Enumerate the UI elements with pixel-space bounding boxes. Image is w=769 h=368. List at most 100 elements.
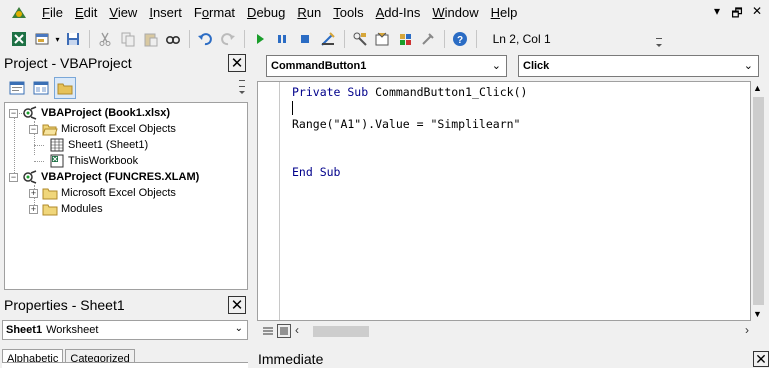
tree-item-sheet1[interactable]: Sheet1 (Sheet1) [49, 137, 148, 153]
expand-icon[interactable]: + [29, 204, 38, 214]
horizontal-scrollbar[interactable]: ‹ › [291, 323, 749, 339]
toggle-folders-icon[interactable] [54, 77, 76, 99]
chevron-down-icon[interactable]: ⌄ [492, 59, 501, 72]
collapse-icon[interactable]: − [29, 124, 38, 134]
run-icon[interactable] [249, 28, 271, 50]
menu-run[interactable]: Run [291, 0, 327, 26]
chevron-down-icon[interactable]: ⌄ [744, 59, 753, 72]
tree-item-excel-objects-2[interactable]: + Microsoft Excel Objects [29, 185, 176, 201]
menu-tools[interactable]: Tools [327, 0, 369, 26]
margin-indicator-bar[interactable] [258, 82, 280, 320]
break-icon[interactable] [272, 28, 294, 50]
tree-item-label: Microsoft Excel Objects [61, 187, 176, 199]
close-properties-pane-button[interactable]: ✕ [228, 296, 246, 314]
properties-pane-title: Properties - Sheet1 ✕ [0, 294, 250, 316]
toolbar-separator [243, 30, 245, 48]
scroll-up-icon[interactable]: ▲ [753, 83, 762, 93]
restore-icon[interactable]: 🗗 [731, 4, 743, 25]
full-module-view-icon[interactable] [277, 324, 291, 338]
tree-item-excel-objects[interactable]: − Microsoft Excel Objects [29, 121, 176, 137]
menu-view[interactable]: View [103, 0, 143, 26]
redo-icon[interactable] [217, 28, 239, 50]
project-toolbar [0, 74, 250, 102]
close-icon[interactable]: ✕ [751, 4, 763, 25]
project-explorer-icon[interactable] [349, 28, 371, 50]
code-line: Private Sub CommandButton1_Click() [292, 85, 528, 99]
code-editor[interactable]: Private Sub CommandButton1_Click() Range… [257, 81, 751, 321]
chevron-down-icon[interactable]: ⌄ [235, 323, 243, 334]
scroll-thumb[interactable] [753, 97, 764, 305]
view-code-icon[interactable] [6, 77, 28, 99]
object-browser-icon[interactable] [394, 28, 416, 50]
object-name: Sheet1 [6, 324, 43, 336]
project-toolbar-grip-icon[interactable] [238, 78, 246, 98]
tree-item-label: ThisWorkbook [68, 155, 139, 167]
tree-item-funcres-project[interactable]: − VBAProject (FUNCRES.XLAM) [9, 169, 199, 185]
vba-project-icon [22, 106, 38, 120]
tree-item-label: Sheet1 (Sheet1) [68, 139, 149, 151]
procedure-view-icon[interactable] [261, 324, 275, 338]
object-type: Worksheet [46, 324, 99, 336]
close-project-pane-button[interactable]: ✕ [228, 54, 246, 72]
paste-icon[interactable] [140, 28, 162, 50]
properties-object-select[interactable]: Sheet1 Worksheet ⌄ [2, 320, 248, 340]
object-combo-value: CommandButton1 [271, 60, 367, 72]
scroll-left-icon[interactable]: ‹ [295, 323, 299, 337]
find-icon[interactable] [163, 28, 185, 50]
cut-icon[interactable] [94, 28, 116, 50]
workbook-icon [49, 154, 65, 168]
menu-format[interactable]: Format [188, 0, 241, 26]
minimize-icon[interactable]: ▾ [711, 4, 723, 25]
toolbar-separator [343, 30, 345, 48]
toolbox-icon[interactable] [417, 28, 439, 50]
vba-editor-icon [8, 2, 30, 24]
properties-window-icon[interactable] [372, 28, 394, 50]
insert-userform-icon[interactable] [31, 28, 53, 50]
scroll-down-icon[interactable]: ▼ [753, 309, 762, 319]
toolbar-separator [443, 30, 445, 48]
immediate-pane-title-text: Immediate [258, 351, 324, 367]
menu-help[interactable]: Help [485, 0, 524, 26]
procedure-combo[interactable]: Click ⌄ [518, 55, 759, 77]
toolbar-grip-icon[interactable] [655, 36, 663, 50]
vertical-scrollbar[interactable]: ▲ ▼ [751, 81, 766, 321]
excel-icon[interactable] [8, 28, 30, 50]
scroll-right-icon[interactable]: › [745, 323, 749, 337]
object-combo[interactable]: CommandButton1 ⌄ [266, 55, 507, 77]
reset-icon[interactable] [294, 28, 316, 50]
standard-toolbar: ▾ ? Ln 2, Col 1 [0, 26, 665, 52]
undo-icon[interactable] [194, 28, 216, 50]
tree-item-modules[interactable]: + Modules [29, 201, 103, 217]
menu-add-ins[interactable]: Add-Ins [370, 0, 427, 26]
code-window: CommandButton1 ⌄ Click ⌄ Private Sub Com… [256, 52, 769, 344]
project-pane-title: Project - VBAProject ✕ [0, 52, 250, 74]
menu-debug[interactable]: Debug [241, 0, 291, 26]
text-caret [292, 101, 293, 115]
menu-file[interactable]: File [36, 0, 69, 26]
menu-window[interactable]: Window [426, 0, 484, 26]
help-icon[interactable]: ? [449, 28, 471, 50]
window-controls: ▾ 🗗 ✕ [711, 4, 763, 25]
copy-icon[interactable] [117, 28, 139, 50]
tree-item-label: VBAProject (Book1.xlsx) [41, 107, 170, 119]
code-line: End Sub [292, 165, 341, 179]
chevron-down-icon[interactable]: ▾ [54, 28, 62, 50]
tree-item-label: Modules [61, 203, 103, 215]
code-window-footer: ‹ › [257, 321, 766, 341]
tree-item-book1-project[interactable]: − VBAProject (Book1.xlsx) [9, 105, 170, 121]
design-mode-icon[interactable] [317, 28, 339, 50]
worksheet-icon [49, 138, 65, 152]
menu-edit[interactable]: Edit [69, 0, 103, 26]
tree-item-thisworkbook[interactable]: ThisWorkbook [49, 153, 138, 169]
close-immediate-pane-button[interactable]: ✕ [753, 351, 769, 367]
collapse-icon[interactable]: − [9, 108, 18, 118]
tree-item-label: VBAProject (FUNCRES.XLAM) [41, 171, 200, 183]
immediate-pane-title: Immediate ✕ [256, 350, 769, 368]
scroll-thumb[interactable] [313, 326, 369, 337]
save-icon[interactable] [62, 28, 84, 50]
cursor-position-status: Ln 2, Col 1 [492, 32, 551, 46]
menu-insert[interactable]: Insert [143, 0, 188, 26]
expand-icon[interactable]: + [29, 188, 38, 198]
view-object-icon[interactable] [30, 77, 52, 99]
collapse-icon[interactable]: − [9, 172, 18, 182]
